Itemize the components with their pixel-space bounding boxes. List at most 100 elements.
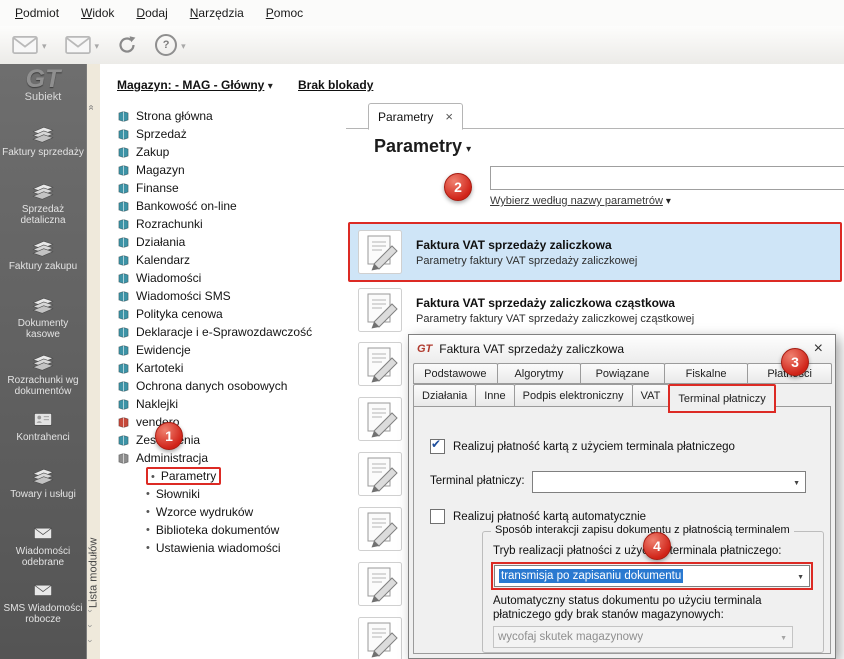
collapse-panel-icon[interactable] [85, 105, 96, 111]
tree-item-administracja[interactable]: Administracja [100, 449, 346, 467]
module-sprzedaz-detaliczna[interactable]: Sprzedaż detaliczna [0, 176, 86, 233]
menu-dodaj[interactable]: Dodaj [125, 3, 178, 23]
tree-item-dzialania[interactable]: Działania [100, 233, 346, 251]
tree-item-slowniki[interactable]: Słowniki [100, 485, 346, 503]
filter-by-name-link[interactable]: Wybierz według nazwy parametrów [490, 195, 671, 207]
terminal-label: Terminal płatniczy: [430, 475, 525, 487]
bullet-icon [146, 506, 150, 518]
parameter-item-icon[interactable] [358, 342, 402, 386]
parameter-item-icon[interactable] [358, 562, 402, 606]
refresh-button[interactable] [117, 35, 137, 55]
page-title-dropdown[interactable]: Parametry [374, 136, 471, 157]
annotation-step-3-badge: 3 [781, 348, 809, 376]
dropdown-caret-icon [95, 36, 100, 54]
tab-dzialania[interactable]: Działania [413, 384, 477, 407]
payment-mode-label: Tryb realizacji płatności z użyciem term… [493, 545, 782, 557]
menu-pomoc[interactable]: Pomoc [255, 3, 314, 23]
parameter-item-icon[interactable] [358, 507, 402, 551]
checkbox-unchecked-icon [430, 509, 445, 524]
help-button[interactable] [155, 34, 186, 56]
cash-documents-icon [28, 293, 58, 317]
tree-item-label: Wzorce wydruków [155, 505, 254, 519]
module-label: Faktury zakupu [8, 261, 78, 272]
tree-item-polityka-cenowa[interactable]: Polityka cenowa [100, 305, 346, 323]
inbox-icon [28, 521, 58, 545]
tree-item-naklejki[interactable]: Naklejki [100, 395, 346, 413]
terminal-select[interactable] [532, 471, 806, 493]
parameter-item-icon[interactable] [358, 397, 402, 441]
tree-item-rozrachunki[interactable]: Rozrachunki [100, 215, 346, 233]
tree-item-label: Magazyn [136, 163, 185, 177]
module-sms-robocze[interactable]: SMS Wiadomości robocze [0, 575, 86, 632]
module-faktury-zakupu[interactable]: Faktury zakupu [0, 233, 86, 290]
tab-vat[interactable]: VAT [631, 384, 670, 407]
finance-icon [117, 182, 130, 195]
tree-item-wzorce-wydrukow[interactable]: Wzorce wydruków [100, 503, 346, 521]
tab-inne[interactable]: Inne [475, 384, 515, 407]
sales-icon [117, 128, 130, 141]
tab-terminal-platniczy[interactable]: Terminal płatniczy [668, 384, 776, 413]
parameter-item-icon[interactable] [358, 617, 402, 659]
bullet-icon [146, 542, 150, 554]
home-icon [117, 110, 130, 123]
module-faktury-sprzedazy[interactable]: Faktury sprzedaży [0, 119, 86, 176]
checkbox-auto-payment[interactable]: Realizuj płatność kartą automatycznie [430, 509, 646, 524]
tree-item-label: Działania [136, 235, 186, 249]
chevron-down-icon [790, 476, 803, 488]
tree-item-magazyn[interactable]: Magazyn [100, 161, 346, 179]
module-towary-i-uslugi[interactable]: Towary i usługi [0, 461, 86, 518]
tab-algorytmy[interactable]: Algorytmy [496, 363, 582, 384]
tree-item-vendero[interactable]: vendero [100, 413, 346, 431]
tree-item-parametry[interactable]: Parametry [100, 467, 346, 485]
chevron-down-icon [86, 640, 96, 643]
tab-parametry[interactable]: Parametry × [368, 103, 463, 130]
chevron-down-icon [86, 625, 96, 628]
tree-item-ustawienia-wiadomosci[interactable]: Ustawienia wiadomości [100, 539, 346, 557]
menu-narzedzia[interactable]: Narzędzia [179, 3, 255, 23]
parameter-item[interactable]: Faktura VAT sprzedaży zaliczkowa cząstko… [350, 286, 842, 334]
parameter-item-icon[interactable] [358, 452, 402, 496]
tab-podpis-elektroniczny[interactable]: Podpis elektroniczny [513, 384, 633, 407]
parameter-item-selected[interactable]: Faktura VAT sprzedaży zaliczkowa Paramet… [348, 222, 842, 282]
new-message-button[interactable] [65, 35, 100, 55]
dialog-tab-row-1: Podstawowe Algorytmy Powiązane Fiskalne … [413, 363, 832, 384]
tree-item-deklaracje[interactable]: Deklaracje i e-Sprawozdawczość [100, 323, 346, 341]
module-rozrachunki[interactable]: Rozrachunki wg dokumentów [0, 347, 86, 404]
tree-item-kalendarz[interactable]: Kalendarz [100, 251, 346, 269]
menu-widok[interactable]: Widok [70, 3, 125, 23]
tab-podstawowe[interactable]: Podstawowe [413, 363, 498, 384]
warehouse-selector[interactable]: Magazyn: - MAG - Główny [117, 78, 273, 92]
declarations-icon [117, 326, 130, 339]
tree-item-kartoteki[interactable]: Kartoteki [100, 359, 346, 377]
close-tab-icon[interactable]: × [445, 110, 453, 123]
module-wiadomosci-odebrane[interactable]: Wiadomości odebrane [0, 518, 86, 575]
parameter-search-input[interactable] [490, 166, 844, 190]
tree-item-wiadomosci[interactable]: Wiadomości [100, 269, 346, 287]
tree-item-ewidencje[interactable]: Ewidencje [100, 341, 346, 359]
send-message-button[interactable] [12, 35, 47, 55]
tree-item-label: Rozrachunki [136, 217, 203, 231]
menu-podmiot[interactable]: Podmiot [4, 3, 70, 23]
tree-item-zestawienia[interactable]: Zestawienia [100, 431, 346, 449]
lock-status-link[interactable]: Brak blokady [298, 78, 373, 92]
tree-item-ochrona-danych[interactable]: Ochrona danych osobowych [100, 377, 346, 395]
parameter-item-text: Faktura VAT sprzedaży zaliczkowa Paramet… [416, 238, 637, 267]
tree-item-finanse[interactable]: Finanse [100, 179, 346, 197]
tree-item-bankowosc[interactable]: Bankowość on-line [100, 197, 346, 215]
tree-item-zakup[interactable]: Zakup [100, 143, 346, 161]
tree-item-wiadomosci-sms[interactable]: Wiadomości SMS [100, 287, 346, 305]
parameter-icon [358, 230, 402, 274]
tree-item-biblioteka-dokumentow[interactable]: Biblioteka dokumentów [100, 521, 346, 539]
payment-mode-select[interactable]: transmisja po zapisaniu dokumentu [494, 565, 810, 587]
module-kontrahenci[interactable]: Kontrahenci [0, 404, 86, 461]
tree-item-strona-glowna[interactable]: Strona główna [100, 107, 346, 125]
sales-invoices-icon [28, 122, 58, 146]
tree-item-sprzedaz[interactable]: Sprzedaż [100, 125, 346, 143]
module-dokumenty-kasowe[interactable]: Dokumenty kasowe [0, 290, 86, 347]
parameter-item-subtitle: Parametry faktury VAT sprzedaży zaliczko… [416, 312, 695, 325]
close-dialog-icon[interactable]: × [810, 340, 827, 358]
tab-fiskalne[interactable]: Fiskalne [663, 363, 749, 384]
checkbox-card-payment[interactable]: Realizuj płatność kartą z użyciem termin… [430, 437, 735, 454]
tab-powiazane[interactable]: Powiązane [580, 363, 665, 384]
annotation-outline: Parametry [146, 467, 222, 485]
